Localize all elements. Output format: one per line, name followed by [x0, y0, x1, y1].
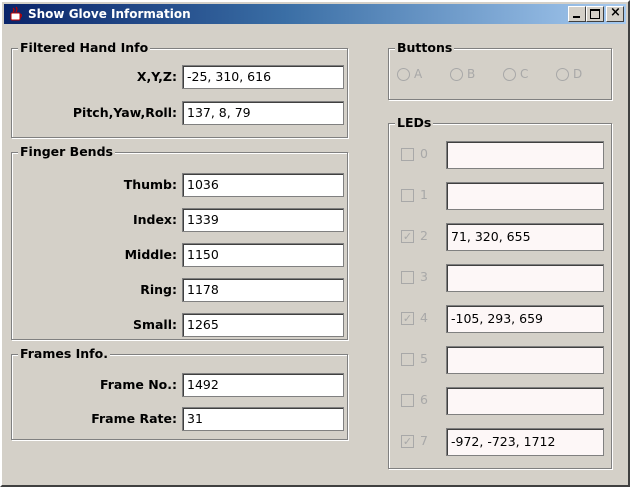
group-title: Buttons: [395, 40, 455, 55]
small-field[interactable]: 1265: [182, 313, 344, 337]
ring-field[interactable]: 1178: [182, 278, 344, 302]
radio-circle-icon: [450, 67, 463, 81]
led-0-field[interactable]: [446, 141, 604, 169]
index-field[interactable]: 1339: [182, 208, 344, 232]
thumb-field[interactable]: 1036: [182, 173, 344, 197]
led-7-checkbox[interactable]: ✓: [401, 435, 414, 448]
radio-label: C: [520, 67, 529, 81]
window-title: Show Glove Information: [28, 7, 191, 21]
led-2-checkbox[interactable]: ✓: [401, 230, 414, 243]
led-1-field[interactable]: [446, 182, 604, 210]
pitch-yaw-roll-field[interactable]: 137, 8, 79: [182, 101, 344, 125]
buttons-group: Buttons A B C D: [388, 40, 612, 100]
leds-group: LEDs 0 1 ✓ 2 71, 320, 655 3 ✓ 4 -105, 29…: [388, 115, 612, 469]
radio-circle-icon: [397, 67, 410, 81]
button-a-radio[interactable]: A: [397, 67, 422, 81]
led-5-field[interactable]: [446, 346, 604, 374]
led-1-label: 1: [420, 187, 428, 202]
led-7-label: 7: [420, 433, 428, 448]
button-c-radio[interactable]: C: [503, 67, 528, 81]
filtered-hand-info-group: Filtered Hand Info X,Y,Z: -25, 310, 616 …: [11, 40, 348, 138]
xyz-label: X,Y,Z:: [136, 69, 177, 84]
led-6-label: 6: [420, 392, 428, 407]
group-title: Frames Info.: [18, 346, 110, 361]
led-4-field[interactable]: -105, 293, 659: [446, 305, 604, 333]
java-cup-icon: [8, 6, 24, 22]
frame-rate-field[interactable]: 31: [182, 407, 344, 431]
maximize-icon: [590, 9, 600, 19]
led-0-label: 0: [420, 146, 428, 161]
group-title: Finger Bends: [18, 144, 115, 159]
led-6-checkbox[interactable]: [401, 394, 414, 407]
ring-label: Ring:: [140, 282, 177, 297]
led-3-checkbox[interactable]: [401, 271, 414, 284]
led-4-checkbox[interactable]: ✓: [401, 312, 414, 325]
radio-circle-icon: [556, 67, 569, 81]
pitch-yaw-roll-label: Pitch,Yaw,Roll:: [72, 105, 177, 120]
radio-label: B: [467, 67, 476, 81]
frame-no-field[interactable]: 1492: [182, 373, 344, 397]
frame-no-label: Frame No.:: [100, 377, 177, 392]
radio-label: A: [414, 67, 423, 81]
led-0-checkbox[interactable]: [401, 148, 414, 161]
button-b-radio[interactable]: B: [450, 67, 475, 81]
led-2-label: 2: [420, 228, 428, 243]
button-d-radio[interactable]: D: [556, 67, 582, 81]
close-button[interactable]: ×: [606, 5, 624, 22]
radio-circle-icon: [503, 67, 516, 81]
led-4-label: 4: [420, 310, 428, 325]
maximize-button[interactable]: [586, 6, 604, 22]
led-6-field[interactable]: [446, 387, 604, 415]
frames-info-group: Frames Info. Frame No.: 1492 Frame Rate:…: [11, 346, 348, 440]
led-7-field[interactable]: -972, -723, 1712: [446, 428, 604, 456]
radio-label: D: [573, 67, 583, 81]
middle-field[interactable]: 1150: [182, 243, 344, 267]
led-5-checkbox[interactable]: [401, 353, 414, 366]
title-bar[interactable]: Show Glove Information ×: [4, 4, 626, 24]
small-label: Small:: [132, 317, 177, 332]
index-label: Index:: [132, 212, 177, 227]
group-title: LEDs: [395, 115, 434, 130]
led-5-label: 5: [420, 351, 428, 366]
thumb-label: Thumb:: [123, 177, 177, 192]
minimize-icon: [573, 16, 580, 18]
middle-label: Middle:: [124, 247, 177, 262]
led-3-field[interactable]: [446, 264, 604, 292]
led-1-checkbox[interactable]: [401, 189, 414, 202]
finger-bends-group: Finger Bends Thumb: 1036 Index: 1339 Mid…: [11, 144, 348, 340]
frame-rate-label: Frame Rate:: [91, 411, 177, 426]
led-2-field[interactable]: 71, 320, 655: [446, 223, 604, 251]
minimize-button[interactable]: [568, 6, 586, 22]
glove-info-window: Show Glove Information × Filtered Hand I…: [0, 0, 630, 487]
close-icon: ×: [610, 5, 621, 20]
group-title: Filtered Hand Info: [18, 40, 151, 55]
xyz-field[interactable]: -25, 310, 616: [182, 65, 344, 89]
led-3-label: 3: [420, 269, 428, 284]
